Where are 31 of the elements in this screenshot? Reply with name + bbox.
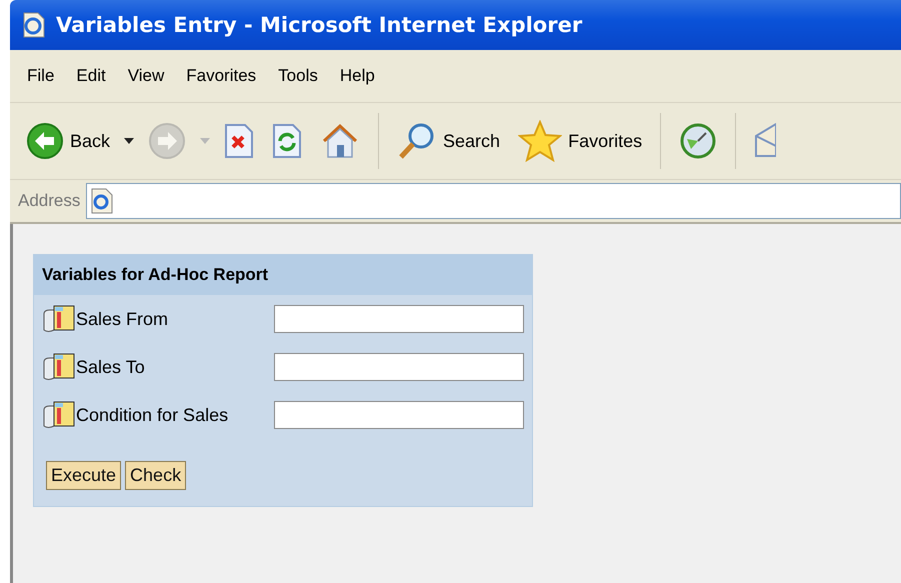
variable-icon <box>42 352 76 382</box>
back-button[interactable]: Back <box>22 120 114 162</box>
input-field[interactable] <box>274 353 524 381</box>
menu-item[interactable]: Tools <box>267 66 329 86</box>
menu-item[interactable]: Edit <box>65 66 117 86</box>
variable-label: Sales From <box>76 308 168 330</box>
variable-icon <box>42 400 76 430</box>
favorites-button[interactable]: Favorites <box>514 118 646 164</box>
variable-label: Condition for Sales <box>76 404 228 426</box>
form-title: Variables for Ad-Hoc Report <box>34 255 532 295</box>
input-field[interactable] <box>274 305 524 333</box>
search-button[interactable]: Search <box>393 119 504 163</box>
menu-item[interactable]: File <box>16 66 66 86</box>
address-label: Address <box>18 191 80 211</box>
menu-item[interactable]: Favorites <box>175 66 268 86</box>
variable-icon <box>42 304 76 334</box>
page-icon <box>89 187 116 215</box>
address-field[interactable] <box>86 183 901 219</box>
input-field[interactable] <box>274 401 524 429</box>
action-button[interactable]: Check <box>125 461 186 490</box>
dropdown-caret-icon[interactable] <box>124 138 134 144</box>
action-button[interactable]: Execute <box>46 461 122 490</box>
star-icon <box>518 120 562 162</box>
refresh-icon <box>272 123 302 159</box>
mail-icon <box>754 122 776 160</box>
media-icon <box>679 122 718 160</box>
variable-label: Sales To <box>76 356 145 378</box>
menu-item[interactable]: Help <box>328 66 386 86</box>
window-title: Variables Entry - Microsoft Internet Explorer <box>56 13 582 37</box>
menu-item[interactable]: View <box>116 66 176 86</box>
stop-icon <box>224 123 254 159</box>
